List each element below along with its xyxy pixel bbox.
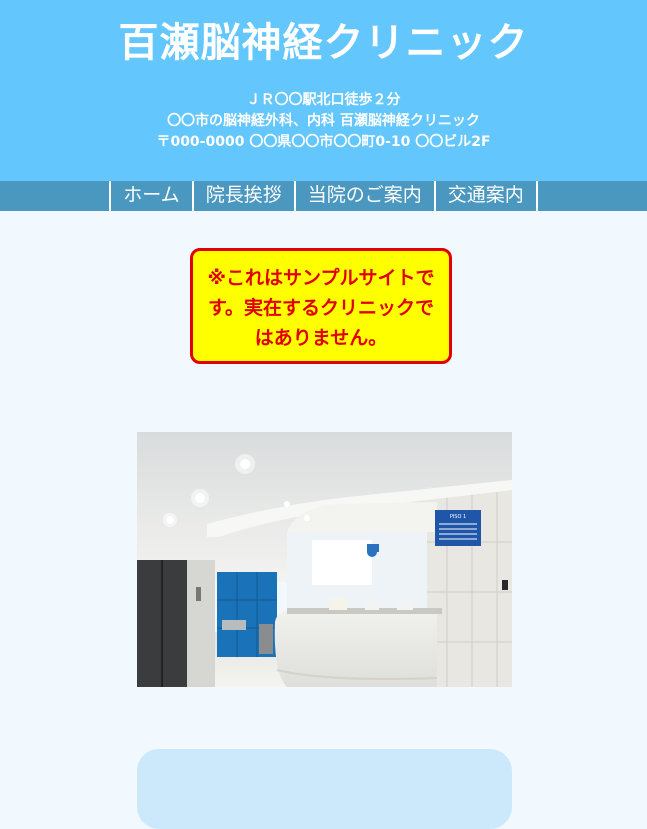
site-header: 百瀬脳神経クリニック ＪＲ〇〇駅北口徒歩２分 〇〇市の脳神経外科、内科 百瀬脳神…	[0, 0, 647, 181]
nav-clinic-guide[interactable]: 当院のご案内	[293, 181, 434, 211]
nav-home[interactable]: ホーム	[109, 181, 191, 211]
address-text: 〒000-0000 〇〇県〇〇市〇〇町0-10 〇〇ビル2F	[156, 134, 491, 150]
sample-site-notice: ※これはサンプルサイトです。実在するクリニックではありません。	[190, 248, 452, 364]
nav-director-greeting[interactable]: 院長挨拶	[191, 181, 294, 211]
nav-access[interactable]: 交通案内	[433, 181, 538, 211]
access-text: ＪＲ〇〇駅北口徒歩２分	[246, 92, 401, 108]
info-box	[137, 749, 512, 829]
main-nav: ホーム 院長挨拶 当院のご案内 交通案内	[0, 181, 647, 211]
clinic-reception-photo: PISO 1	[137, 432, 512, 687]
floor-sign-text: PISO 1	[450, 514, 466, 520]
site-title[interactable]: 百瀬脳神経クリニック	[0, 18, 647, 68]
header-info: ＪＲ〇〇駅北口徒歩２分 〇〇市の脳神経外科、内科 百瀬脳神経クリニック 〒000…	[0, 90, 647, 153]
clinic-description: 〇〇市の脳神経外科、内科 百瀬脳神経クリニック	[167, 113, 480, 129]
